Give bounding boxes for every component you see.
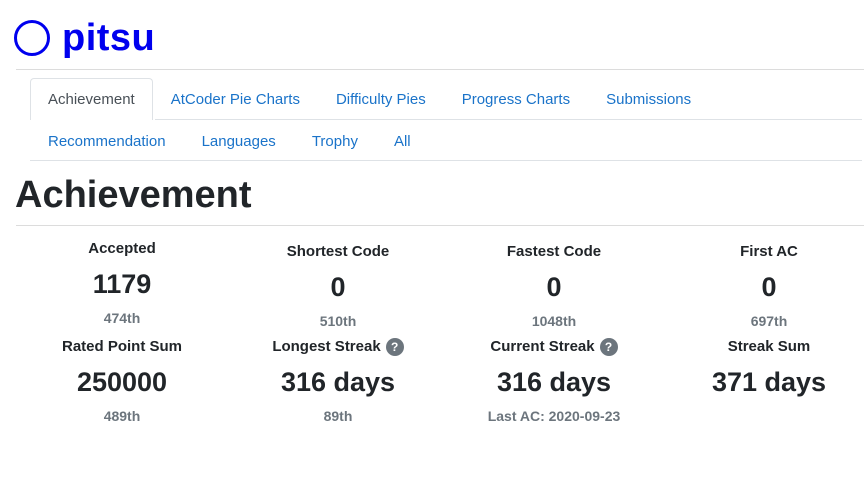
stat-longest-streak: Longest Streak ? 316 days 89th: [230, 337, 446, 425]
stat-rank: 1048th: [531, 313, 577, 329]
tabs-divider-1: [155, 119, 862, 120]
stat-value: 0: [761, 272, 777, 302]
stat-value: 0: [330, 272, 346, 302]
tab-languages[interactable]: Languages: [184, 120, 294, 162]
stat-rank: 89th: [323, 408, 353, 424]
section-title: Achievement: [15, 174, 252, 216]
stat-label: Current Streak: [490, 338, 595, 355]
tab-submissions[interactable]: Submissions: [588, 78, 709, 120]
stat-label-wrap: Current Streak ?: [446, 337, 662, 357]
tab-difficulty-pies[interactable]: Difficulty Pies: [318, 78, 444, 120]
stat-streak-sum: Streak Sum 371 days: [661, 337, 864, 399]
stat-shortest-code: Shortest Code 0 510th: [230, 242, 446, 330]
stat-rank: 489th: [103, 408, 141, 424]
stat-value: 371 days: [711, 367, 827, 397]
stat-rank: 474th: [103, 310, 141, 326]
stat-first-ac: First AC 0 697th: [661, 242, 864, 330]
stat-value: 250000: [76, 367, 168, 397]
stat-label-wrap: Longest Streak ?: [230, 337, 446, 357]
tab-row-2: Recommendation Languages Trophy All: [30, 120, 862, 160]
stat-fastest-code: Fastest Code 0 1048th: [446, 242, 662, 330]
tab-all[interactable]: All: [376, 120, 429, 162]
tab-progress-charts[interactable]: Progress Charts: [444, 78, 588, 120]
stat-rated-point-sum: Rated Point Sum 250000 489th: [14, 337, 230, 425]
user-header: pitsu: [14, 14, 155, 62]
stat-current-streak: Current Streak ? 316 days Last AC: 2020-…: [446, 337, 662, 425]
stat-label: First AC: [740, 243, 798, 260]
stat-label: Shortest Code: [286, 243, 390, 260]
stat-label: Streak Sum: [727, 338, 811, 355]
tab-recommendation[interactable]: Recommendation: [30, 120, 184, 162]
stat-value: 0: [546, 272, 562, 302]
tab-atcoder-pie-charts[interactable]: AtCoder Pie Charts: [153, 78, 318, 120]
stat-rank: 510th: [319, 313, 357, 329]
stats-grid: Accepted 1179 474th Shortest Code 0 510t…: [0, 226, 864, 477]
tab-achievement[interactable]: Achievement: [30, 78, 153, 120]
stat-label: Rated Point Sum: [61, 338, 182, 355]
header-divider: [16, 69, 864, 70]
stat-label: Fastest Code: [506, 243, 602, 260]
stat-last-ac: Last AC: 2020-09-23: [487, 408, 621, 424]
question-circle-icon[interactable]: ?: [599, 338, 618, 356]
question-circle-icon[interactable]: ?: [385, 338, 404, 356]
user-name: pitsu: [62, 17, 156, 59]
stat-value: 316 days: [496, 367, 612, 397]
stat-label: Longest Streak: [272, 338, 381, 355]
stat-value: 316 days: [280, 367, 396, 397]
page: pitsu Achievement AtCoder Pie Charts Dif…: [0, 0, 864, 477]
stat-value: 1179: [92, 269, 152, 299]
stat-accepted: Accepted 1179 474th: [14, 240, 230, 327]
stat-label: Accepted: [88, 240, 156, 257]
tab-trophy[interactable]: Trophy: [294, 120, 376, 162]
stat-rank: 697th: [750, 313, 788, 329]
tabs-divider-2: [30, 160, 862, 161]
user-ring-icon: [14, 20, 50, 56]
tab-row-1: Achievement AtCoder Pie Charts Difficult…: [30, 78, 862, 120]
